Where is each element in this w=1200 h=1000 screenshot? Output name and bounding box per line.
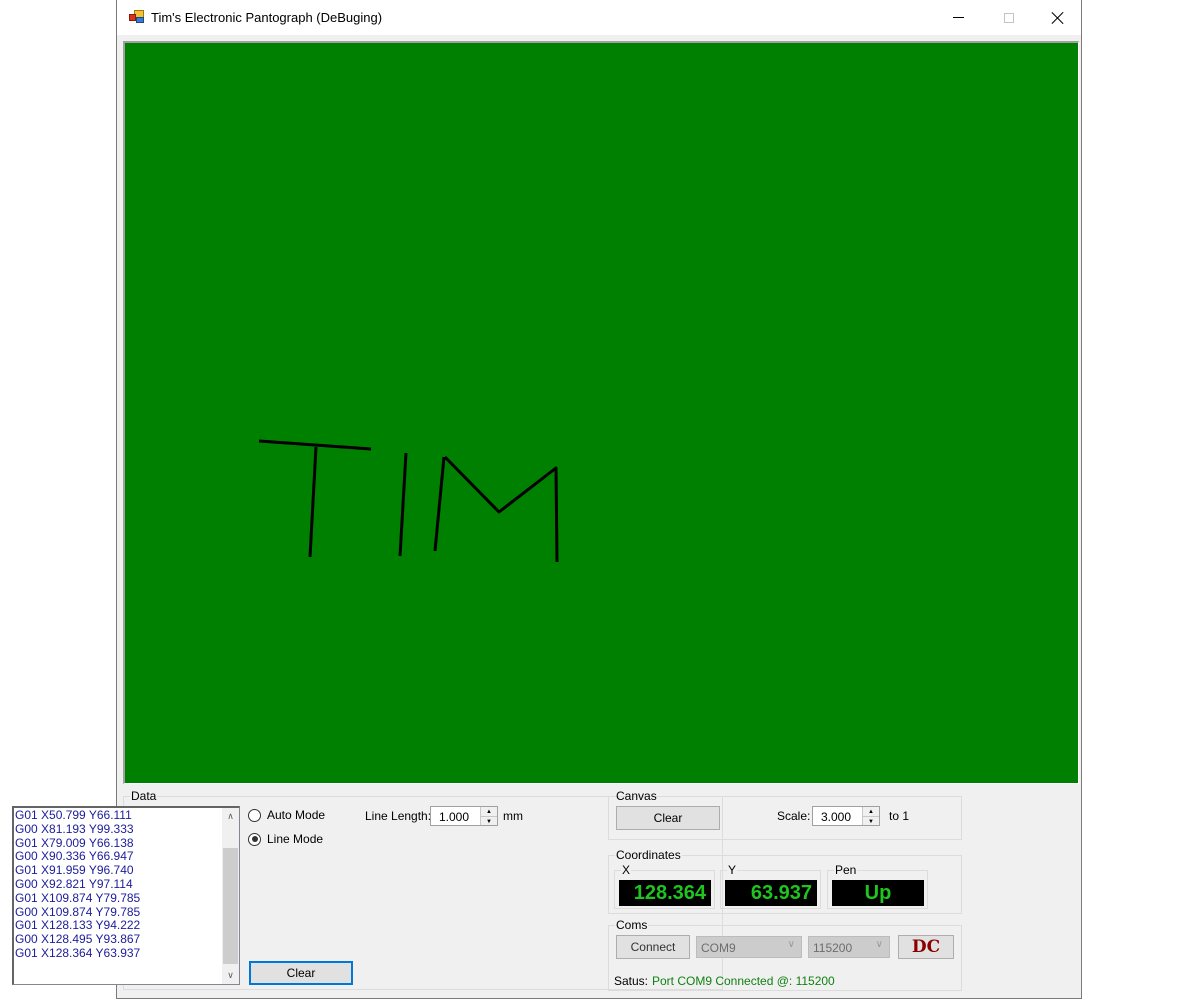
line-length-input[interactable]: 1.000 ▲ ▼: [430, 806, 498, 826]
coordinates-group-legend: Coordinates: [616, 848, 681, 862]
y-value-display: 63.937: [725, 880, 817, 906]
x-value-display: 128.364: [619, 880, 711, 906]
scroll-thumb[interactable]: [223, 848, 238, 964]
scale-spinner[interactable]: ▲ ▼: [862, 807, 879, 825]
gcode-line[interactable]: G01 X79.009 Y66.138: [15, 836, 140, 851]
pen-state-group: Pen Up: [827, 864, 928, 909]
y-coordinate-group: Y 63.937: [720, 864, 821, 909]
spin-down-icon[interactable]: ▼: [481, 817, 497, 826]
gcode-line[interactable]: G01 X50.799 Y66.111: [15, 808, 140, 823]
gcode-line[interactable]: G01 X128.364 Y63.937: [15, 946, 140, 961]
pen-stroke: [308, 446, 318, 558]
listbox-scrollbar[interactable]: ∧ ∨: [222, 808, 239, 984]
gcode-listbox[interactable]: G01 X50.799 Y66.111 G00 X81.193 Y99.333 G0…: [12, 806, 240, 985]
pen-stroke: [433, 456, 446, 552]
chevron-down-icon: ∨: [787, 939, 795, 950]
x-label: X: [621, 863, 632, 877]
data-clear-button[interactable]: Clear: [249, 961, 353, 985]
spin-up-icon[interactable]: ▲: [863, 807, 879, 817]
status-value: Port COM9 Connected @: 115200: [652, 974, 835, 988]
baud-rate-value: 115200: [813, 941, 853, 955]
minimize-icon: [952, 17, 964, 18]
spin-up-icon[interactable]: ▲: [481, 807, 497, 817]
window-title: Tim's Electronic Pantograph (DeBuging): [151, 10, 383, 25]
scale-input[interactable]: 3.000 ▲ ▼: [812, 806, 880, 826]
scale-value: 3.000: [821, 810, 852, 824]
radio-unchecked-icon: [248, 808, 261, 822]
app-icon: [129, 10, 145, 24]
gcode-line[interactable]: G00 X90.336 Y66.947: [15, 850, 140, 864]
pen-stroke: [443, 455, 559, 563]
baud-rate-select[interactable]: 115200 ∨: [808, 936, 890, 958]
canvas-clear-button[interactable]: Clear: [616, 806, 720, 830]
gcode-line[interactable]: G00 X109.874 Y79.785: [15, 905, 140, 920]
minimize-button[interactable]: [935, 0, 981, 35]
pen-state-display: Up: [832, 880, 924, 906]
auto-mode-label: Auto Mode: [267, 808, 326, 822]
gcode-line[interactable]: G01 X109.874 Y79.785: [15, 891, 140, 906]
line-length-unit: mm: [503, 809, 523, 823]
pen-label: Pen: [834, 863, 858, 877]
gcode-rows: G01 X50.799 Y66.111 G00 X81.193 Y99.333 G0…: [15, 808, 140, 961]
scale-suffix: to 1: [889, 809, 910, 823]
gcode-line[interactable]: G00 X128.495 Y93.867: [15, 932, 140, 947]
connect-button[interactable]: Connect: [616, 935, 690, 959]
x-coordinate-group: X 128.364: [614, 864, 715, 909]
gcode-line[interactable]: G00 X92.821 Y97.114: [15, 877, 140, 892]
disconnect-button[interactable]: DC: [898, 935, 954, 959]
maximize-icon: [1004, 12, 1014, 23]
gcode-line[interactable]: G01 X91.959 Y96.740: [15, 863, 140, 878]
scroll-up-icon[interactable]: ∧: [222, 808, 239, 825]
close-icon: [1052, 12, 1064, 24]
drawing-canvas[interactable]: [123, 41, 1079, 784]
line-length-value: 1.000: [439, 810, 470, 824]
line-mode-radio[interactable]: Line Mode: [248, 832, 323, 846]
title-bar[interactable]: Tim's Electronic Pantograph (DeBuging): [117, 0, 1081, 35]
com-port-value: COM9: [701, 941, 736, 955]
auto-mode-radio[interactable]: Auto Mode: [248, 808, 325, 822]
gcode-line[interactable]: G00 X81.193 Y99.333: [15, 822, 140, 837]
spin-down-icon[interactable]: ▼: [863, 817, 879, 826]
chevron-down-icon: ∨: [875, 939, 883, 950]
radio-checked-icon: [248, 832, 261, 846]
com-port-select[interactable]: COM9 ∨: [696, 936, 802, 958]
maximize-button[interactable]: [986, 0, 1032, 35]
canvas-group-legend: Canvas: [616, 789, 657, 803]
drawing-surface: [258, 439, 559, 563]
line-mode-label: Line Mode: [267, 832, 324, 846]
pen-stroke: [398, 452, 408, 557]
gcode-line[interactable]: G01 X128.133 Y94.222: [15, 919, 140, 933]
line-length-spinner[interactable]: ▲ ▼: [480, 807, 497, 825]
coms-group-legend: Coms: [616, 918, 648, 932]
line-length-label: Line Length:: [365, 809, 432, 823]
status-label: Satus:: [614, 974, 649, 988]
data-group-legend: Data: [131, 789, 157, 803]
scale-label: Scale:: [777, 809, 811, 823]
y-label: Y: [727, 863, 738, 877]
scroll-down-icon[interactable]: ∨: [222, 967, 239, 984]
close-button[interactable]: [1035, 0, 1081, 35]
